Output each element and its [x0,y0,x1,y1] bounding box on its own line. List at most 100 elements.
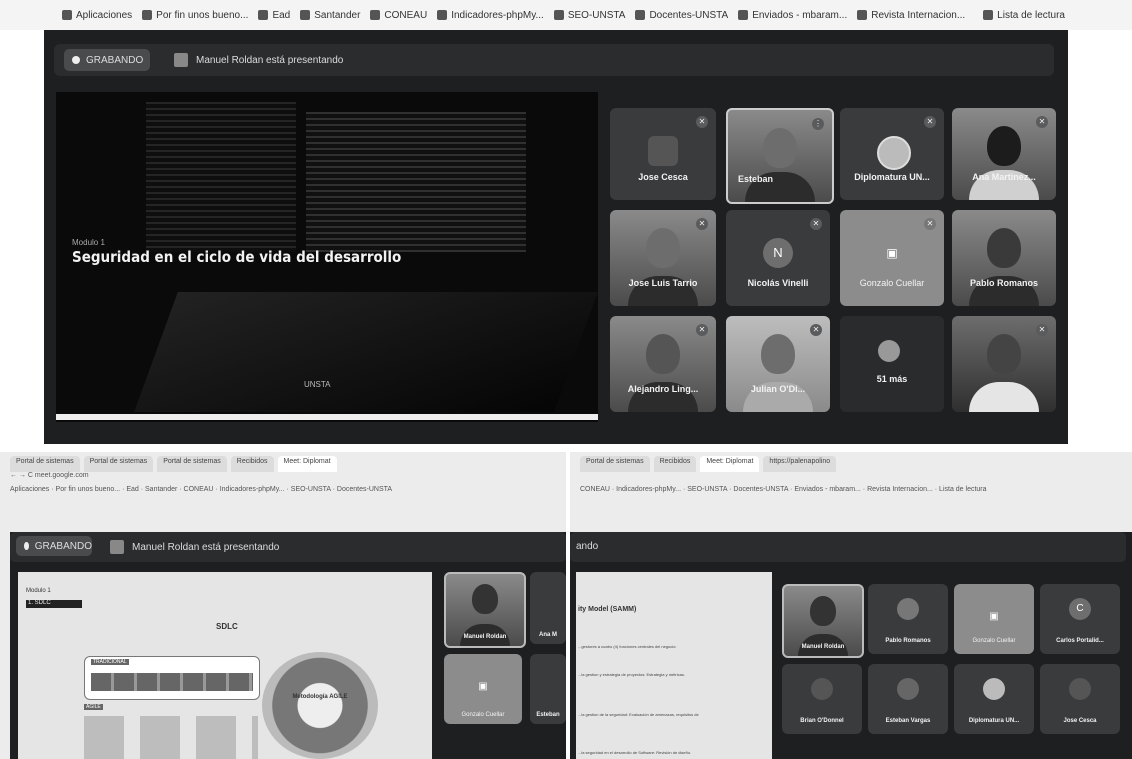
bookmark-item[interactable]: CONEAU [370,10,427,21]
bookmarks-bar: Aplicaciones Por fin unos bueno... Ead S… [0,0,1132,30]
participant-tile[interactable]: ✕ Julian O'Di... [726,316,830,412]
address-bar[interactable]: ← → C meet.google.com [0,472,89,486]
browser-tab[interactable]: Portal de sistemas [157,456,227,472]
meet-window-left: GRABANDO Manuel Roldan está presentando … [10,532,566,759]
browser-tab[interactable]: Portal de sistemas [580,456,650,472]
participant-video [810,596,836,626]
bookmark-item[interactable]: Docentes-UNSTA [635,10,728,21]
slide-line: ...la gestion de la seguridad: Evaluació… [578,712,699,717]
browser-tab[interactable]: Recibidos [230,456,274,472]
browser-tab[interactable]: Recibidos [653,456,697,472]
present-screen-icon [110,540,124,554]
bookmark-icon [738,10,749,20]
presenting-banner: ando [570,532,1126,562]
bookmark-icon [258,10,269,20]
presenting-banner: Manuel Roldan está presentando [110,532,279,562]
browser-tab-active[interactable]: Meet: Diplomat [277,456,337,472]
mic-muted-icon: ✕ [696,218,708,230]
tab-strip: Portal de sistemas Portal de sistemas Po… [0,452,337,472]
browser-tab-active[interactable]: Meet: Diplomat [700,456,760,472]
avatar: C [1069,598,1091,620]
participant-tile[interactable]: Jose Cesca [1040,664,1120,734]
participant-name: Jose Luis Tarrio [628,278,698,288]
more-participants-tile[interactable]: 51 más [840,316,944,412]
bookmark-item[interactable]: Ead [258,10,290,21]
participant-tile[interactable]: ✕ Jose Luis Tarrio [610,210,716,306]
participant-tile[interactable]: ▣ Gonzalo Cuellar [444,654,522,724]
meet-topbar: GRABANDO Manuel Roldan está presentando [10,532,566,562]
browser-tab[interactable]: Portal de sistemas [10,456,80,472]
reading-list[interactable]: Lista de lectura [983,10,1065,21]
bookmark-item[interactable]: Por fin unos bueno... [142,10,248,21]
participant-tile[interactable]: Pablo Romanos [868,584,948,654]
participant-video [761,334,795,374]
participant-tile[interactable]: ✕ N Nicolás Vinelli [726,210,830,306]
agile-center-label: Metodología AGILE [292,694,348,700]
mic-muted-icon: ✕ [1036,324,1048,336]
more-participants-count: 51 más [876,374,908,384]
tab-strip: Portal de sistemas Recibidos Meet: Diplo… [570,452,837,472]
participant-tile[interactable]: ▣ Gonzalo Cuellar [954,584,1034,654]
camera-off-icon: ▣ [478,681,488,692]
participant-video [987,334,1021,374]
participant-tile[interactable]: ✕ Diplomatura UN... [840,108,944,200]
meet-topbar: GRABANDO Manuel Roldan está presentando [54,44,1054,76]
tradicional-box: TRADICIONAL [84,656,260,700]
presentation-stage[interactable]: ity Model (SAMM) ...gestores a cuatro (4… [576,572,772,759]
participant-tile[interactable]: C Carlos Portalid... [1040,584,1120,654]
participant-tile[interactable]: Brian O'Donnel [782,664,862,734]
bookmark-item[interactable]: SEO-UNSTA [553,10,625,21]
bookmark-item[interactable]: Indicadores-phpMy... [437,10,544,21]
participant-video [987,126,1021,166]
participant-name: Manuel Roldan [463,634,507,640]
presentation-stage[interactable]: Modulo 1 Seguridad en el ciclo de vida d… [56,92,598,422]
participant-video [646,334,680,374]
participant-tile-speaking[interactable]: ⋮ Esteban [726,108,834,204]
participant-tile-speaking[interactable]: Manuel Roldan [782,584,864,658]
participant-name: Gonzalo Cuellar [972,638,1016,644]
presentation-stage[interactable]: Modulo 1 1. SDLC SDLC TRADICIONAL AGILE … [18,572,432,759]
slide-title: Seguridad en el ciclo de vida del desarr… [72,248,402,266]
browser-tab[interactable]: Portal de sistemas [83,456,154,472]
participant-tile[interactable]: Pablo Romanos [952,210,1056,306]
avatar [648,136,678,166]
speaking-icon: ⋮ [812,118,824,130]
avatar [983,678,1005,700]
background-keyboard [134,292,598,412]
participant-tile[interactable]: Diplomatura UN... [954,664,1034,734]
browser-window-right: Portal de sistemas Recibidos Meet: Diplo… [570,452,1132,759]
participant-name: Carlos Portalid... [1056,638,1104,644]
participant-name: Ana M [539,632,557,638]
participant-tile[interactable]: Esteban Vargas [868,664,948,734]
apps-icon [62,10,72,20]
participant-tile[interactable]: ✕ Ana Martinez... [952,108,1056,200]
participant-tile-speaking[interactable]: Manuel Roldan [444,572,526,648]
participant-tile[interactable]: Esteban [530,654,566,724]
browser-tab[interactable]: https://palenapolino [763,456,837,472]
participant-tile[interactable]: Ana M [530,572,566,644]
participant-tile[interactable]: ✕ [952,316,1056,412]
bookmark-apps[interactable]: Aplicaciones [62,10,132,21]
bookmark-icon [553,10,564,20]
participant-tile[interactable]: ✕ ▣ Gonzalo Cuellar [840,210,944,306]
participant-tile[interactable]: ✕ Jose Cesca [610,108,716,200]
record-dot-icon [72,56,80,64]
participant-video [987,228,1021,268]
bookmark-icon [437,10,448,20]
bookmark-item[interactable]: Santander [300,10,360,21]
agile-label: AGILE [84,704,103,710]
bookmark-icon [300,10,311,20]
bookmark-item[interactable]: Revista Internacion... [857,10,965,21]
avatar-stack-icon [878,340,900,362]
avatar [877,136,911,170]
avatar [897,678,919,700]
participant-video [472,584,498,614]
recording-indicator: GRABANDO [64,49,150,71]
participant-tile[interactable]: ✕ Alejandro Ling... [610,316,716,412]
bookmark-item[interactable]: Enviados - mbaram... [738,10,847,21]
avatar [1069,678,1091,700]
bookmarks-bar-small: CONEAU · Indicadores-phpMy... · SEO-UNST… [580,486,987,493]
reading-list-icon [983,10,994,20]
mic-muted-icon: ✕ [696,116,708,128]
slide-logo: UNSTA [304,380,331,389]
